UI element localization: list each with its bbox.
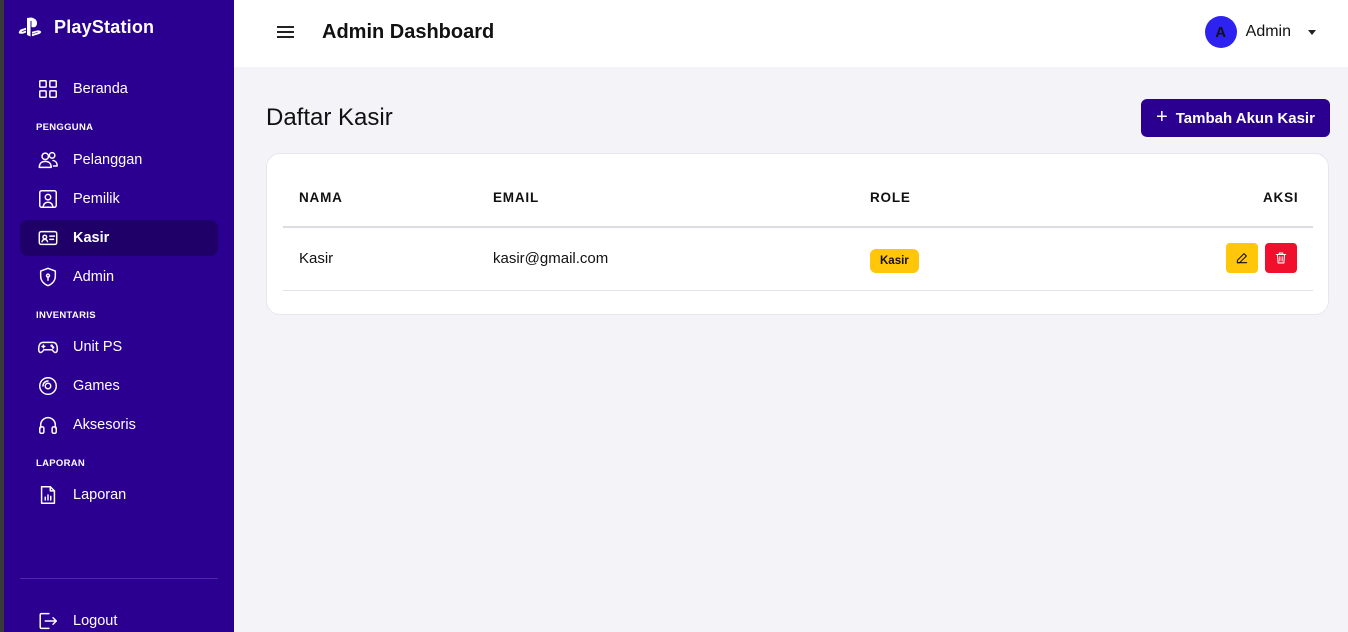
sidebar-item-label: Logout — [73, 613, 118, 629]
report-icon — [37, 484, 59, 506]
sidebar-item-pemilik[interactable]: Pemilik — [20, 181, 218, 217]
column-header-nama: NAMA — [299, 190, 343, 205]
sidebar-item-label: Laporan — [73, 487, 127, 503]
user-square-icon — [37, 188, 59, 210]
sidebar-item-unit-ps[interactable]: Unit PS — [20, 329, 218, 365]
user-name: Admin — [1245, 23, 1291, 40]
chevron-down-icon — [1308, 29, 1316, 35]
sidebar: PlayStation Beranda PENGGUNA Pelanggan P… — [0, 0, 234, 632]
section-inventaris: INVENTARIS — [36, 310, 96, 321]
sidebar-item-admin[interactable]: Admin — [20, 259, 218, 295]
edit-button[interactable] — [1226, 243, 1258, 273]
sidebar-item-games[interactable]: Games — [20, 368, 218, 404]
playstation-logo-icon — [18, 17, 42, 37]
sidebar-item-beranda[interactable]: Beranda — [20, 71, 218, 107]
id-card-icon — [37, 227, 59, 249]
edit-icon — [1236, 253, 1248, 264]
delete-button[interactable] — [1265, 243, 1297, 273]
sidebar-item-label: Beranda — [73, 81, 128, 97]
role-badge: Kasir — [870, 249, 919, 273]
page-title: Daftar Kasir — [266, 104, 393, 131]
sidebar-item-label: Unit PS — [73, 339, 123, 355]
gamepad-icon — [37, 336, 59, 358]
shield-icon — [37, 266, 59, 288]
logout-icon — [37, 610, 59, 632]
sidebar-item-kasir[interactable]: Kasir — [20, 220, 218, 256]
sidebar-item-laporan[interactable]: Laporan — [20, 477, 218, 513]
grid-icon — [37, 78, 59, 100]
sidebar-item-label: Games — [73, 378, 120, 394]
header-divider — [283, 226, 1313, 228]
cashier-table-card: NAMA EMAIL ROLE AKSI Kasir kasir@gmail.c… — [266, 153, 1329, 315]
sidebar-item-label: Pemilik — [73, 191, 120, 207]
sidebar-item-label: Aksesoris — [73, 417, 136, 433]
avatar: A — [1204, 16, 1237, 48]
sidebar-item-label: Pelanggan — [73, 152, 143, 168]
topbar: Admin Dashboard A Admin — [234, 0, 1348, 67]
column-header-email: EMAIL — [493, 190, 539, 205]
cell-email: kasir@gmail.com — [493, 250, 609, 267]
sidebar-item-aksesoris[interactable]: Aksesoris — [20, 407, 218, 443]
plus-icon: + — [1156, 106, 1168, 128]
cell-nama: Kasir — [299, 250, 334, 267]
sidebar-item-logout[interactable]: Logout — [20, 603, 218, 632]
users-icon — [37, 149, 59, 171]
brand-name: PlayStation — [54, 16, 155, 37]
row-divider — [283, 290, 1313, 291]
add-cashier-button[interactable]: + Tambah Akun Kasir — [1141, 99, 1330, 137]
sidebar-item-label: Kasir — [73, 230, 110, 246]
add-cashier-label: Tambah Akun Kasir — [1175, 109, 1315, 127]
section-laporan: LAPORAN — [36, 458, 86, 469]
sidebar-item-pelanggan[interactable]: Pelanggan — [20, 142, 218, 178]
app-title: Admin Dashboard — [322, 21, 495, 43]
menu-toggle-icon[interactable] — [277, 23, 295, 41]
trash-icon — [1275, 252, 1287, 264]
user-menu[interactable]: A Admin — [1204, 16, 1316, 48]
headphones-icon — [37, 414, 59, 436]
disc-icon — [37, 375, 59, 397]
section-pengguna: PENGGUNA — [36, 122, 94, 133]
column-header-role: ROLE — [870, 190, 911, 205]
sidebar-item-label: Admin — [73, 269, 115, 285]
sidebar-divider — [20, 578, 218, 579]
brand[interactable]: PlayStation — [18, 16, 154, 38]
column-header-aksi: AKSI — [1263, 190, 1299, 205]
